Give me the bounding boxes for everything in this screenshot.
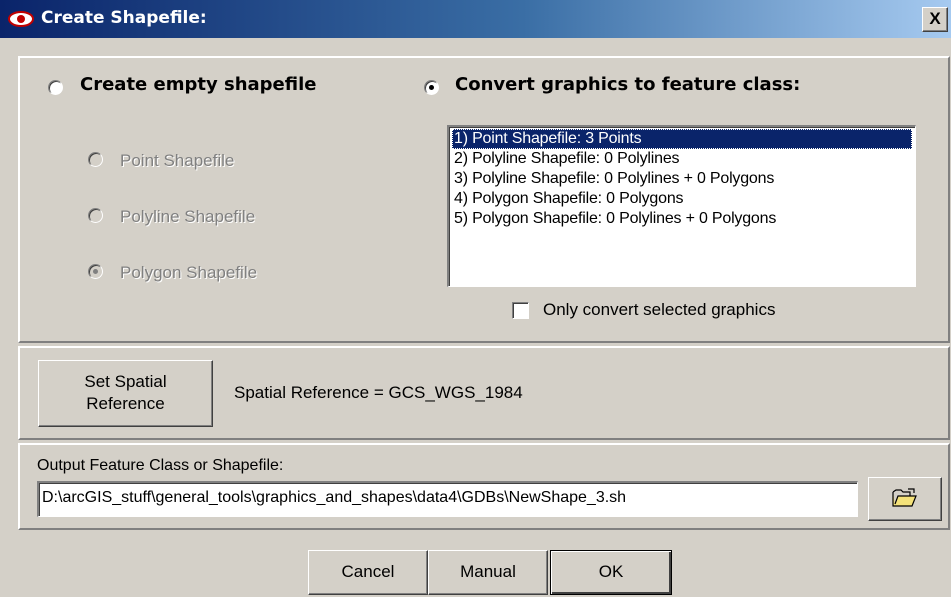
eye-icon	[8, 11, 34, 27]
button-label-line2: Reference	[86, 394, 165, 413]
polyline-shapefile-label[interactable]: Polyline Shapefile	[120, 207, 255, 227]
radio-dot	[429, 85, 434, 90]
create-empty-label[interactable]: Create empty shapefile	[80, 74, 316, 95]
polyline-shapefile-radio[interactable]	[88, 208, 103, 223]
manual-button[interactable]: Manual	[428, 550, 548, 595]
point-shapefile-radio[interactable]	[88, 152, 103, 167]
close-button[interactable]: X	[922, 7, 948, 32]
graphics-listbox[interactable]: 1) Point Shapefile: 3 Points 2) Polyline…	[447, 125, 916, 287]
button-label-line1: Set Spatial	[84, 372, 167, 391]
set-spatial-reference-button[interactable]: Set Spatial Reference	[38, 360, 213, 427]
ok-button[interactable]: OK	[550, 550, 672, 595]
cancel-button[interactable]: Cancel	[308, 550, 428, 595]
create-empty-radio[interactable]	[48, 80, 63, 95]
output-label: Output Feature Class or Shapefile:	[37, 457, 284, 474]
convert-graphics-label[interactable]: Convert graphics to feature class:	[455, 74, 800, 95]
list-item[interactable]: 1) Point Shapefile: 3 Points	[452, 129, 912, 149]
list-item[interactable]: 5) Polygon Shapefile: 0 Polylines + 0 Po…	[452, 209, 776, 229]
title-bar: Create Shapefile: X	[0, 0, 951, 38]
point-shapefile-label[interactable]: Point Shapefile	[120, 151, 234, 171]
polygon-shapefile-radio[interactable]	[88, 264, 103, 279]
polygon-shapefile-label[interactable]: Polygon Shapefile	[120, 263, 257, 283]
window-title: Create Shapefile:	[41, 8, 207, 28]
open-folder-icon	[892, 488, 917, 507]
browse-button[interactable]	[868, 477, 942, 521]
spatial-reference-text: Spatial Reference = GCS_WGS_1984	[234, 383, 523, 402]
output-path-input[interactable]: D:\arcGIS_stuff\general_tools\graphics_a…	[37, 481, 858, 517]
close-icon: X	[929, 9, 941, 28]
only-selected-checkbox[interactable]	[512, 302, 529, 319]
only-selected-label[interactable]: Only convert selected graphics	[543, 300, 775, 320]
list-item[interactable]: 2) Polyline Shapefile: 0 Polylines	[452, 149, 680, 169]
radio-dot	[93, 269, 98, 274]
convert-graphics-radio[interactable]	[424, 80, 439, 95]
list-item[interactable]: 4) Polygon Shapefile: 0 Polygons	[452, 189, 684, 209]
list-item[interactable]: 3) Polyline Shapefile: 0 Polylines + 0 P…	[452, 169, 774, 189]
